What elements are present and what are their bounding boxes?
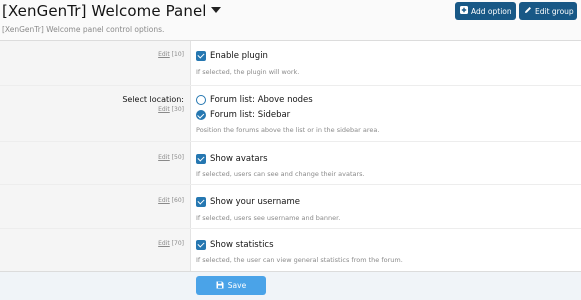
option-hint: If selected, the plugin will work. bbox=[196, 68, 300, 76]
checkbox-label: Enable plugin bbox=[210, 51, 268, 61]
edit-link[interactable]: Edit bbox=[158, 197, 170, 204]
option-edit-link[interactable]: Edit [30] bbox=[158, 106, 184, 113]
edit-group-button[interactable]: Edit group bbox=[519, 2, 577, 20]
divider bbox=[0, 85, 581, 86]
add-option-label: Add option bbox=[471, 6, 512, 16]
location-radio-above-nodes[interactable]: Forum list: Above nodes bbox=[196, 94, 313, 106]
caret-down-icon[interactable] bbox=[210, 7, 221, 13]
show-username-checkbox[interactable]: Show your username bbox=[196, 196, 300, 208]
display-order: [60] bbox=[171, 197, 184, 204]
page-title-text: [XenGenTr] Welcome Panel bbox=[2, 2, 207, 20]
enable-plugin-checkbox[interactable]: Enable plugin bbox=[196, 50, 268, 62]
option-hint: If selected, the user can view general s… bbox=[196, 256, 403, 264]
radio-unselected-icon[interactable] bbox=[196, 95, 206, 105]
page-header: [XenGenTr] Welcome Panel [XenGenTr] Welc… bbox=[0, 0, 581, 40]
option-edit-link[interactable]: Edit [70] bbox=[158, 240, 184, 247]
checkbox-label: Show avatars bbox=[210, 154, 268, 164]
save-label: Save bbox=[227, 281, 247, 290]
page-description: [XenGenTr] Welcome panel control options… bbox=[2, 25, 165, 34]
plus-square-icon bbox=[460, 6, 468, 16]
options-panel: Edit [10] Enable plugin If selected, the… bbox=[0, 40, 581, 272]
checkbox-checked-icon[interactable] bbox=[196, 154, 206, 164]
display-order: [50] bbox=[171, 154, 184, 161]
location-radio-sidebar[interactable]: Forum list: Sidebar bbox=[196, 109, 290, 121]
edit-link[interactable]: Edit bbox=[158, 240, 170, 247]
option-edit-link[interactable]: Edit [10] bbox=[158, 51, 184, 58]
option-hint: If selected, users see username and bann… bbox=[196, 214, 341, 222]
checkbox-checked-icon[interactable] bbox=[196, 240, 206, 250]
divider bbox=[0, 228, 581, 229]
option-hint: If selected, users can see and change th… bbox=[196, 170, 365, 178]
add-option-button[interactable]: Add option bbox=[455, 2, 516, 20]
pencil-icon bbox=[524, 6, 532, 16]
divider bbox=[0, 141, 581, 142]
page-title[interactable]: [XenGenTr] Welcome Panel bbox=[2, 2, 221, 20]
checkbox-label: Show statistics bbox=[210, 240, 274, 250]
option-label: Select location: bbox=[122, 95, 184, 104]
checkbox-checked-icon[interactable] bbox=[196, 51, 206, 61]
radio-label: Forum list: Sidebar bbox=[210, 110, 291, 120]
checkbox-checked-icon[interactable] bbox=[196, 197, 206, 207]
show-statistics-checkbox[interactable]: Show statistics bbox=[196, 239, 274, 251]
display-order: [10] bbox=[171, 51, 184, 58]
edit-group-label: Edit group bbox=[535, 6, 574, 16]
display-order: [70] bbox=[171, 240, 184, 247]
option-edit-link[interactable]: Edit [60] bbox=[158, 197, 184, 204]
divider bbox=[0, 184, 581, 185]
save-icon bbox=[216, 281, 224, 291]
option-edit-link[interactable]: Edit [50] bbox=[158, 154, 184, 161]
edit-link[interactable]: Edit bbox=[158, 51, 170, 58]
radio-selected-icon[interactable] bbox=[196, 110, 206, 120]
edit-link[interactable]: Edit bbox=[158, 106, 170, 113]
edit-link[interactable]: Edit bbox=[158, 154, 170, 161]
form-footer: Save bbox=[0, 272, 581, 300]
radio-label: Forum list: Above nodes bbox=[210, 95, 313, 105]
save-button[interactable]: Save bbox=[196, 276, 266, 295]
option-hint: Position the forums above the list or in… bbox=[196, 126, 380, 134]
checkbox-label: Show your username bbox=[210, 197, 300, 207]
display-order: [30] bbox=[171, 106, 184, 113]
show-avatars-checkbox[interactable]: Show avatars bbox=[196, 153, 268, 165]
